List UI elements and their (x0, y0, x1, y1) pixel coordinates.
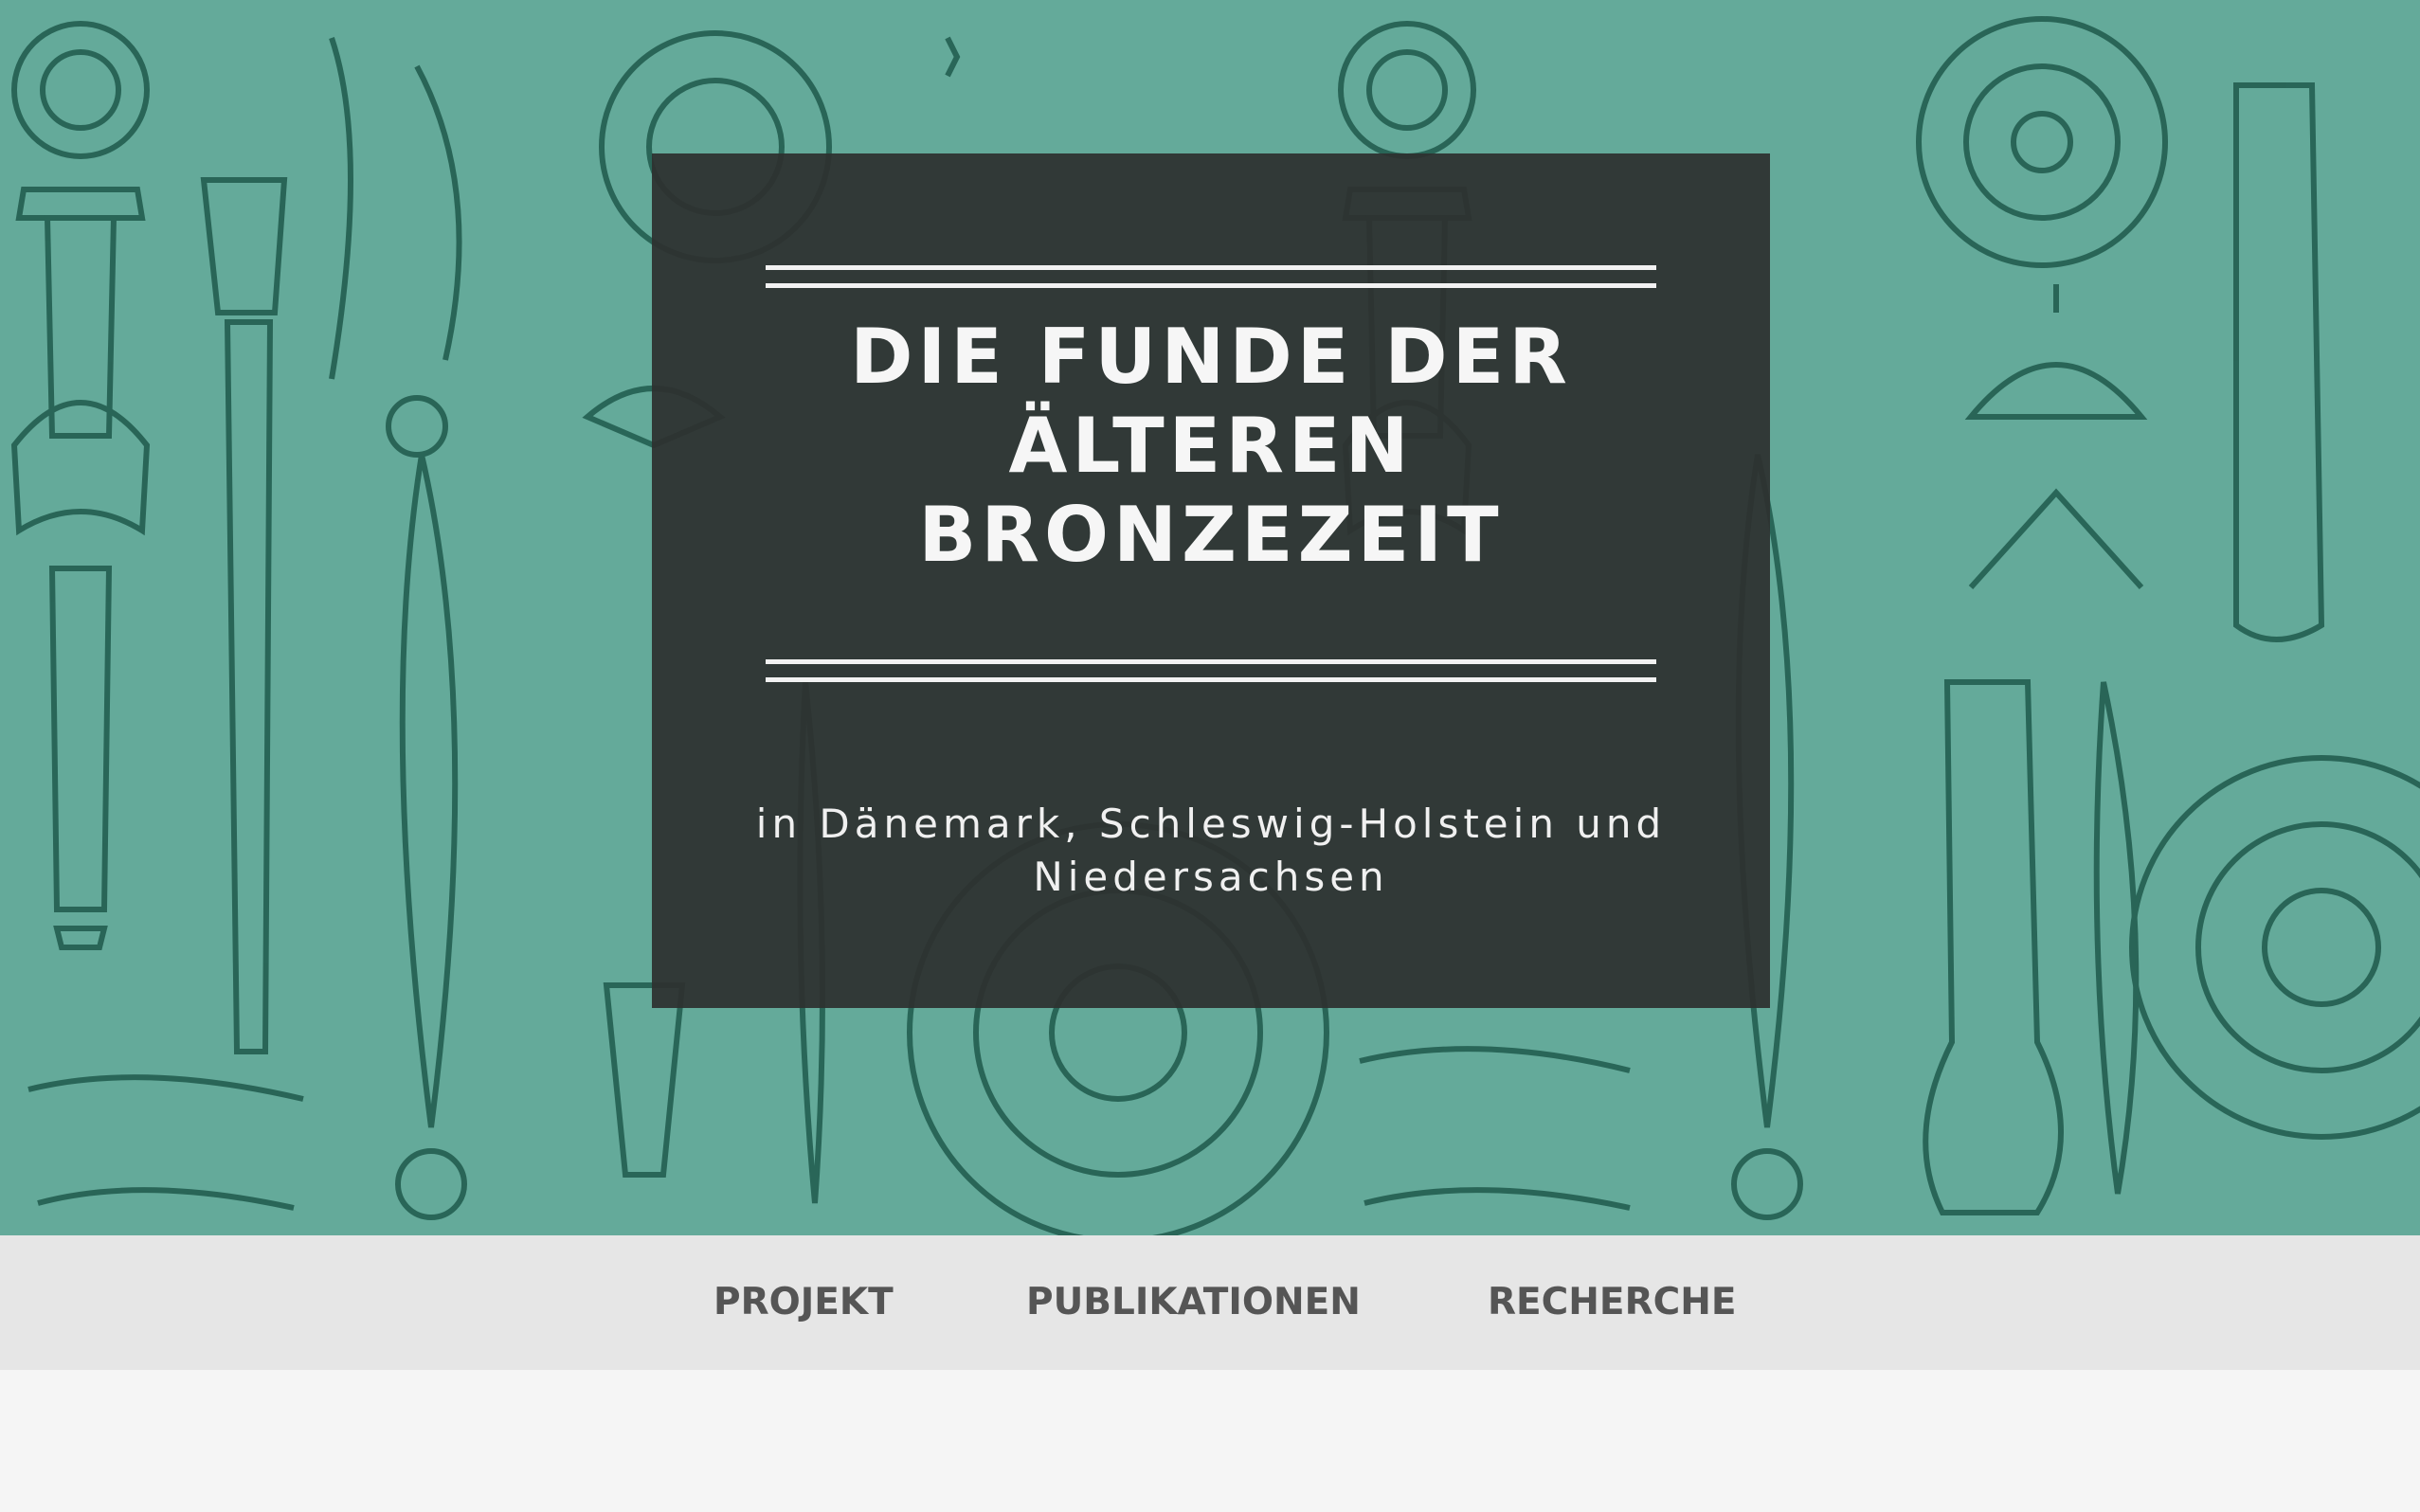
nav-item-recherche[interactable]: RECHERCHE (1488, 1235, 1737, 1370)
hero-banner: DIE FUNDE DER ÄLTEREN BRONZEZEIT in Däne… (0, 0, 2420, 1235)
site-title-line-1: DIE FUNDE DER (850, 313, 1572, 401)
site-subtitle-line-2: Niedersachsen (1033, 854, 1389, 900)
title-rule-bottom (766, 659, 1656, 684)
site-subtitle: in Dänemark, Schleswig-Holstein und Nied… (652, 798, 1770, 904)
nav-item-publikationen[interactable]: PUBLIKATIONEN (1026, 1235, 1361, 1370)
page-content (0, 1370, 2420, 1512)
title-rule-top (766, 265, 1656, 290)
site-subtitle-line-1: in Dänemark, Schleswig-Holstein und (755, 801, 1667, 847)
site-title-line-3: BRONZEZEIT (918, 491, 1504, 579)
site-title-line-2: ÄLTEREN (1008, 402, 1414, 490)
main-navigation: PROJEKT PUBLIKATIONEN RECHERCHE (0, 1235, 2420, 1370)
site-title: DIE FUNDE DER ÄLTEREN BRONZEZEIT (652, 313, 1770, 580)
title-panel: DIE FUNDE DER ÄLTEREN BRONZEZEIT in Däne… (652, 153, 1770, 1008)
nav-item-projekt[interactable]: PROJEKT (713, 1235, 894, 1370)
